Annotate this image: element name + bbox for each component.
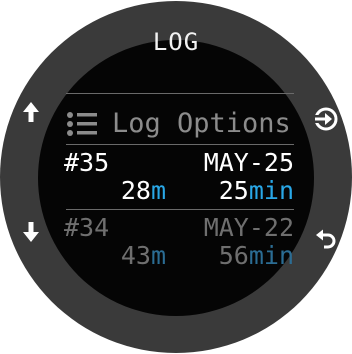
entry-date: MAY-25: [203, 148, 294, 177]
entry-number: #35: [64, 148, 110, 177]
entry-date: MAY-22: [203, 213, 294, 242]
divider-top: [66, 93, 294, 94]
down-arrow-icon[interactable]: [22, 221, 40, 243]
enter-icon[interactable]: [313, 106, 339, 132]
log-options-item[interactable]: Log Options: [66, 108, 294, 139]
divider-mid: [66, 144, 294, 145]
up-arrow-icon[interactable]: [22, 101, 40, 123]
screen-title: LOG: [152, 28, 200, 56]
entry-duration: 25min: [218, 176, 294, 205]
list-icon: [67, 112, 97, 136]
entry-depth: 43m: [120, 241, 166, 270]
entry-depth: 28m: [120, 176, 166, 205]
entry-duration: 56min: [218, 241, 294, 270]
entry-number: #34: [64, 213, 110, 242]
back-icon[interactable]: [315, 229, 337, 249]
log-options-label: Log Options: [112, 108, 291, 139]
divider-bottom: [66, 209, 294, 210]
